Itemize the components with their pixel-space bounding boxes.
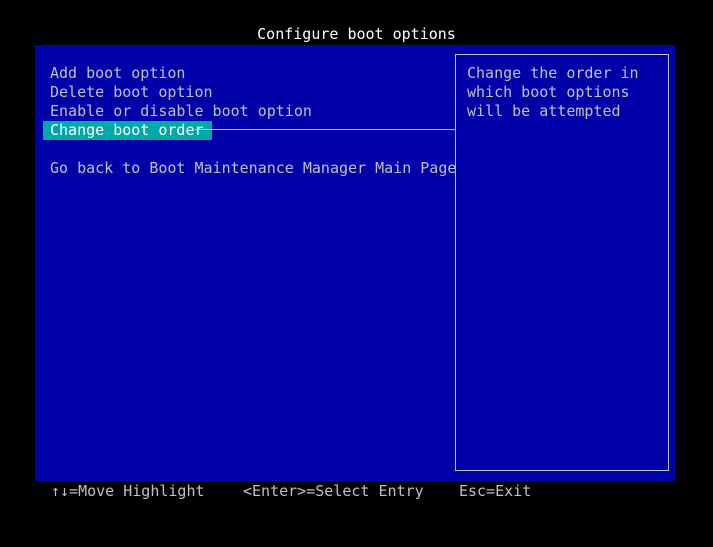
menu-item-change-boot-order[interactable]: Change boot order [43,121,212,140]
menu-item-go-back[interactable]: Go back to Boot Maintenance Manager Main… [50,159,456,178]
footer-exit-hint: Esc=Exit [459,482,532,500]
menu-item-add-boot-option[interactable]: Add boot option [50,64,185,83]
help-text-line: will be attempted [467,102,621,120]
main-panel: Add boot option Delete boot option Enabl… [35,45,675,481]
selection-divider [195,129,455,130]
menu-item-delete-boot-option[interactable]: Delete boot option [50,83,213,102]
footer-move-hint: ↑↓=Move Highlight [51,482,205,500]
help-panel: Change the order in which boot options w… [455,54,669,471]
help-text-line: which boot options [467,83,630,101]
page-title: Configure boot options [257,25,456,43]
footer-select-hint: <Enter>=Select Entry [243,482,424,500]
menu-item-enable-disable-boot-option[interactable]: Enable or disable boot option [50,102,312,121]
help-text-line: Change the order in [467,64,639,82]
